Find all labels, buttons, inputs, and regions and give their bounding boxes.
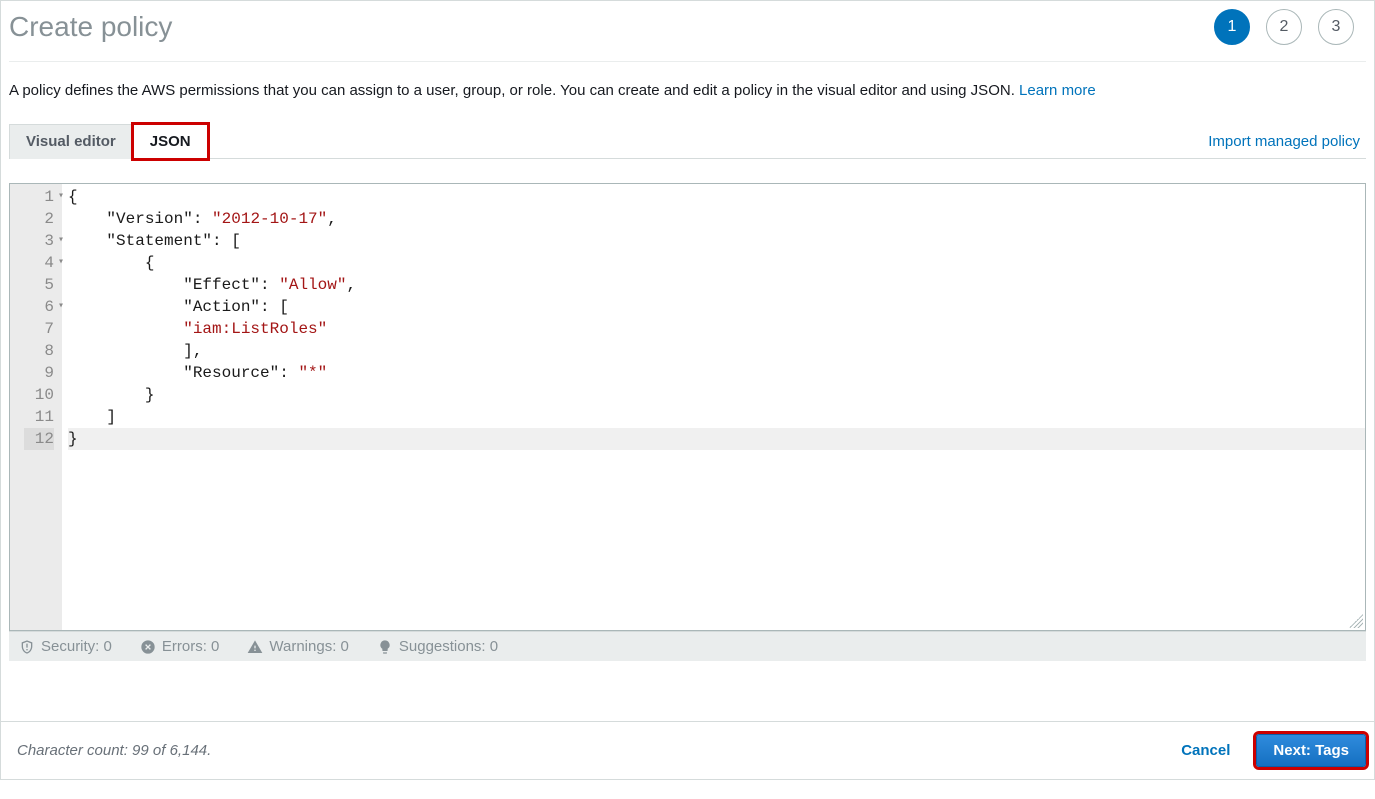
line-number: 3▾ bbox=[24, 230, 54, 252]
fold-icon[interactable]: ▾ bbox=[58, 186, 64, 208]
code-line[interactable]: "Version": "2012-10-17", bbox=[68, 208, 1365, 230]
import-managed-policy-link[interactable]: Import managed policy bbox=[1208, 133, 1366, 158]
code-line[interactable]: { bbox=[68, 186, 1365, 208]
policy-description-text: A policy defines the AWS permissions tha… bbox=[9, 82, 1019, 99]
fold-icon[interactable]: ▾ bbox=[58, 252, 64, 274]
character-count: Character count: 99 of 6,144. bbox=[17, 742, 211, 759]
line-number: 7 bbox=[24, 318, 54, 340]
shield-icon bbox=[19, 639, 35, 655]
status-warnings[interactable]: Warnings: 0 bbox=[247, 638, 348, 655]
step-2[interactable]: 2 bbox=[1266, 9, 1302, 45]
status-suggestions[interactable]: Suggestions: 0 bbox=[377, 638, 498, 655]
line-number: 12 bbox=[24, 428, 54, 450]
learn-more-link[interactable]: Learn more bbox=[1019, 82, 1096, 99]
line-number: 2 bbox=[24, 208, 54, 230]
line-number: 10 bbox=[24, 384, 54, 406]
code-line[interactable]: } bbox=[68, 428, 1365, 450]
line-number: 1▾ bbox=[24, 186, 54, 208]
step-3[interactable]: 3 bbox=[1318, 9, 1354, 45]
cancel-button[interactable]: Cancel bbox=[1175, 741, 1236, 760]
step-1[interactable]: 1 bbox=[1214, 9, 1250, 45]
wizard-steps: 1 2 3 bbox=[1214, 9, 1366, 45]
line-number: 8 bbox=[24, 340, 54, 362]
policy-description: A policy defines the AWS permissions tha… bbox=[9, 82, 1366, 99]
page-title: Create policy bbox=[9, 11, 172, 43]
status-security[interactable]: Security: 0 bbox=[19, 638, 112, 655]
resize-handle-icon[interactable] bbox=[1349, 614, 1363, 628]
next-tags-button[interactable]: Next: Tags bbox=[1256, 734, 1366, 767]
status-errors[interactable]: Errors: 0 bbox=[140, 638, 220, 655]
line-number: 9 bbox=[24, 362, 54, 384]
code-line[interactable]: "Resource": "*" bbox=[68, 362, 1365, 384]
code-line[interactable]: "Statement": [ bbox=[68, 230, 1365, 252]
validation-status-bar: Security: 0 Errors: 0 Warnings: 0 Sugges… bbox=[9, 631, 1366, 661]
suggestion-icon bbox=[377, 639, 393, 655]
tab-json[interactable]: JSON bbox=[133, 124, 208, 159]
fold-icon[interactable]: ▾ bbox=[58, 296, 64, 318]
code-line[interactable]: { bbox=[68, 252, 1365, 274]
line-number: 11 bbox=[24, 406, 54, 428]
code-line[interactable]: } bbox=[68, 384, 1365, 406]
code-line[interactable]: ] bbox=[68, 406, 1365, 428]
code-line[interactable]: "iam:ListRoles" bbox=[68, 318, 1365, 340]
code-line[interactable]: "Effect": "Allow", bbox=[68, 274, 1365, 296]
tab-visual-editor[interactable]: Visual editor bbox=[9, 124, 133, 159]
warning-icon bbox=[247, 639, 263, 655]
json-editor[interactable]: 1▾23▾4▾56▾789101112 { "Version": "2012-1… bbox=[9, 183, 1366, 631]
line-number: 4▾ bbox=[24, 252, 54, 274]
line-number: 5 bbox=[24, 274, 54, 296]
fold-icon[interactable]: ▾ bbox=[58, 230, 64, 252]
code-line[interactable]: "Action": [ bbox=[68, 296, 1365, 318]
code-line[interactable]: ], bbox=[68, 340, 1365, 362]
line-number: 6▾ bbox=[24, 296, 54, 318]
error-icon bbox=[140, 639, 156, 655]
